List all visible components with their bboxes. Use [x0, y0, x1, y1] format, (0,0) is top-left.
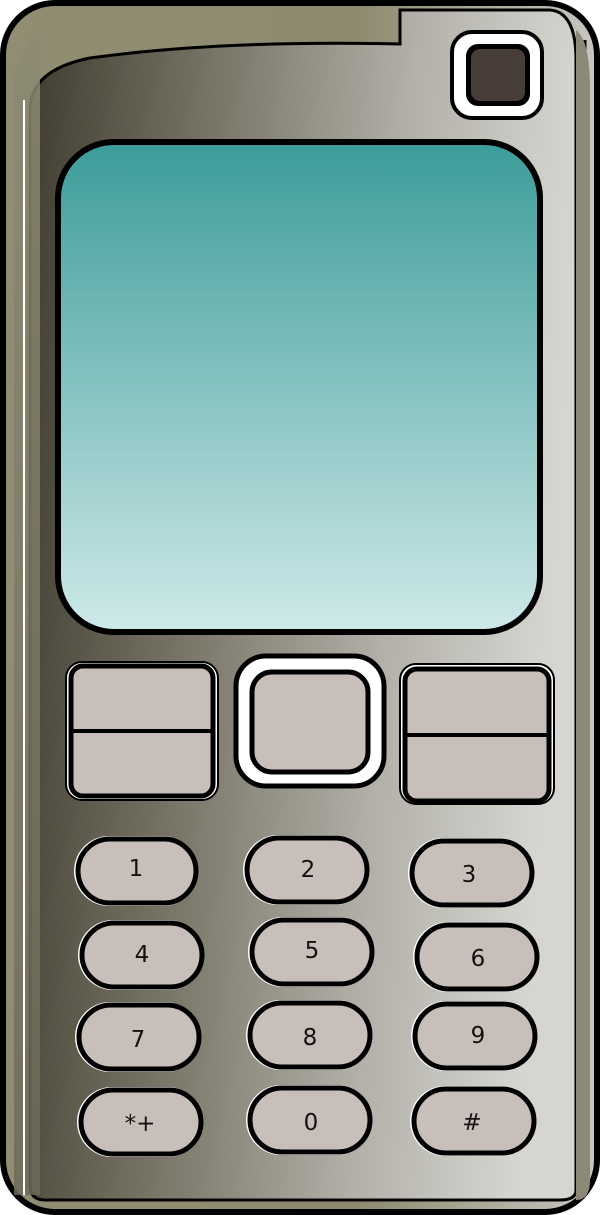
key-1[interactable]: 1 — [74, 836, 199, 906]
key-label: 5 — [305, 938, 320, 964]
left-soft-key[interactable] — [65, 661, 219, 801]
key-3[interactable]: 3 — [408, 838, 535, 908]
key-label: 7 — [131, 1027, 146, 1053]
nav-center-button[interactable] — [233, 653, 387, 789]
key-star-plus[interactable]: *+ — [77, 1087, 204, 1157]
phone-right-edge — [576, 30, 590, 1200]
camera-lens-icon — [450, 30, 544, 120]
mobile-phone-illustration: 1 2 3 4 5 6 7 8 9 *+ 0 # — [0, 0, 600, 1215]
key-5[interactable]: 5 — [248, 917, 375, 987]
key-label: 8 — [303, 1025, 318, 1051]
key-4[interactable]: 4 — [78, 920, 205, 990]
phone-left-edge — [13, 30, 40, 1195]
key-0[interactable]: 0 — [246, 1085, 373, 1155]
key-label: 9 — [471, 1023, 486, 1049]
key-label: # — [462, 1110, 481, 1136]
key-9[interactable]: 9 — [411, 1001, 538, 1071]
key-7[interactable]: 7 — [75, 1002, 202, 1072]
key-8[interactable]: 8 — [246, 1000, 373, 1070]
key-2[interactable]: 2 — [243, 835, 370, 905]
key-label: *+ — [125, 1111, 156, 1137]
key-label: 6 — [471, 946, 486, 972]
key-label: 2 — [301, 857, 316, 883]
key-label: 0 — [304, 1110, 319, 1136]
key-6[interactable]: 6 — [413, 922, 540, 992]
right-soft-key[interactable] — [399, 663, 555, 805]
key-hash[interactable]: # — [410, 1086, 537, 1156]
phone-screen — [55, 139, 543, 635]
key-label: 3 — [462, 862, 477, 888]
key-label: 4 — [135, 942, 150, 968]
key-label: 1 — [129, 856, 144, 882]
